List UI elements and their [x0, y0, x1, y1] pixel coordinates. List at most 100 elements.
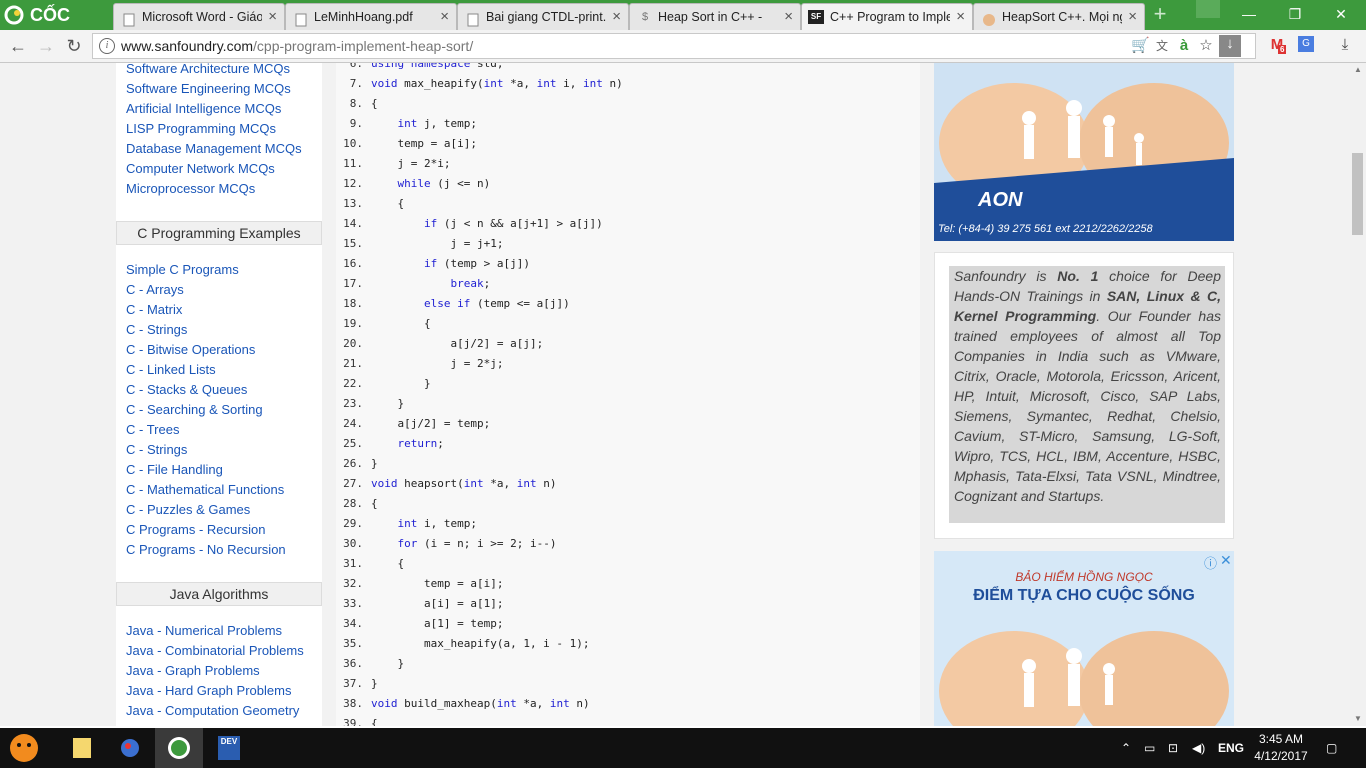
- battery-icon[interactable]: ▭: [1144, 740, 1155, 756]
- coccoc-taskbar-icon[interactable]: [155, 728, 203, 768]
- close-tab-icon[interactable]: ×: [440, 4, 449, 30]
- tab-title: C++ Program to Imple: [830, 10, 950, 24]
- code-text: if (j < n && a[j+1] > a[j]): [423, 217, 603, 230]
- sidebar-link[interactable]: Artificial Intelligence MCQs: [126, 101, 281, 116]
- minimize-icon[interactable]: —: [1226, 0, 1272, 28]
- notes-icon[interactable]: [58, 728, 106, 768]
- sidebar-link[interactable]: C - Bitwise Operations: [126, 342, 255, 357]
- sidebar-link[interactable]: Java - Graph Problems: [126, 663, 260, 678]
- sidebar-link[interactable]: LISP Programming MCQs: [126, 121, 276, 136]
- network-icon[interactable]: ⊡: [1168, 740, 1178, 756]
- line-number: 34.: [343, 617, 363, 630]
- download-icon[interactable]: ↓: [1219, 35, 1241, 57]
- sidebar-link[interactable]: Java - Numerical Problems: [126, 623, 282, 638]
- sidebar-link[interactable]: Microprocessor MCQs: [126, 181, 255, 196]
- sidebar-link[interactable]: Java - Computation Geometry: [126, 703, 299, 718]
- translate-icon[interactable]: 文: [1153, 37, 1171, 55]
- sidebar-link[interactable]: C - Arrays: [126, 282, 184, 297]
- tab-heap-sort[interactable]: $ Heap Sort in C++ - ×: [629, 3, 801, 30]
- tab-heapsort-forum[interactable]: HeapSort C++. Mọi ng ×: [973, 3, 1145, 30]
- sidebar-link[interactable]: Computer Network MCQs: [126, 161, 275, 176]
- insurance-ad-top[interactable]: AON Tel: (+84-4) 39 275 561 ext 2212/226…: [934, 63, 1234, 241]
- scroll-down-icon[interactable]: ▼: [1350, 712, 1366, 726]
- sidebar-link[interactable]: Software Architecture MCQs: [126, 63, 290, 76]
- devcpp-icon[interactable]: DEV: [204, 728, 252, 768]
- forward-icon[interactable]: →: [34, 34, 58, 58]
- google-translate-icon[interactable]: G: [1298, 36, 1314, 52]
- sf-icon: SF: [808, 10, 824, 24]
- info-icon[interactable]: i: [99, 38, 115, 54]
- code-text: {: [371, 557, 405, 570]
- c-programming-heading: C Programming Examples: [116, 221, 322, 245]
- sidebar-link[interactable]: Java - Hard Graph Problems: [126, 683, 291, 698]
- ad-line-2: ĐIỂM TỰA CHO CUỘC SỐNG: [973, 587, 1195, 604]
- cart-icon[interactable]: 🛒: [1131, 37, 1150, 55]
- sidebar-link[interactable]: C - File Handling: [126, 462, 223, 477]
- tab-word-doc[interactable]: Microsoft Word - Giáo ×: [113, 3, 285, 30]
- action-center-icon[interactable]: ▢: [1326, 740, 1337, 756]
- restore-icon[interactable]: ❐: [1272, 0, 1318, 28]
- close-tab-icon[interactable]: ×: [784, 4, 793, 30]
- sidebar-link[interactable]: C - Trees: [126, 422, 179, 437]
- reload-icon[interactable]: ↻: [62, 34, 86, 58]
- adchoices-icon[interactable]: ⓘ: [1204, 553, 1217, 572]
- sidebar-link[interactable]: C Programs - Recursion: [126, 522, 265, 537]
- sidebar-link[interactable]: C - Strings: [126, 442, 187, 457]
- close-tab-icon[interactable]: ×: [1128, 4, 1137, 30]
- close-tab-icon[interactable]: ×: [612, 4, 621, 30]
- sidebar-link[interactable]: C - Mathematical Functions: [126, 482, 284, 497]
- profile-icon[interactable]: [1196, 0, 1220, 18]
- line-number: 38.: [343, 697, 363, 710]
- url-text[interactable]: www.sanfoundry.com/cpp-program-implement…: [121, 34, 473, 58]
- code-line: 6. using namespace std;: [336, 63, 504, 74]
- sidebar-link[interactable]: C Programs - No Recursion: [126, 542, 286, 557]
- back-icon[interactable]: ←: [6, 34, 30, 58]
- insurance-ad-bottom[interactable]: BẢO HIỂM HỒNG NGỌC ĐIỂM TỰA CHO CUỘC SỐN…: [934, 551, 1234, 726]
- typing-icon[interactable]: à: [1175, 37, 1193, 55]
- sidebar-link[interactable]: C - Matrix: [126, 302, 182, 317]
- downloads-icon[interactable]: ⤓: [1336, 36, 1354, 54]
- code-line: 37.}: [336, 674, 378, 694]
- sidebar-link[interactable]: C - Puzzles & Games: [126, 502, 250, 517]
- code-text: }: [371, 457, 378, 470]
- sidebar-link[interactable]: C - Strings: [126, 322, 187, 337]
- close-ad-icon[interactable]: ✕: [1220, 552, 1232, 569]
- sidebar-link[interactable]: Java - Combinatorial Problems: [126, 643, 304, 658]
- line-number: 11.: [343, 157, 363, 170]
- volume-icon[interactable]: ◀): [1192, 740, 1205, 756]
- language-indicator[interactable]: ENG: [1218, 740, 1244, 756]
- code-text: a[j/2] = a[j];: [371, 337, 544, 350]
- paint-icon[interactable]: [106, 728, 154, 768]
- sidebar: Software Architecture MCQs Software Engi…: [116, 63, 322, 726]
- show-hidden-icons[interactable]: ⌃: [1121, 740, 1131, 756]
- tab-pdf[interactable]: LeMinhHoang.pdf ×: [285, 3, 457, 30]
- close-tab-icon[interactable]: ×: [268, 4, 277, 30]
- sidebar-link[interactable]: Software Engineering MCQs: [126, 81, 291, 96]
- scroll-up-icon[interactable]: ▲: [1350, 63, 1366, 77]
- code-text: {: [371, 317, 431, 330]
- scrollbar-thumb[interactable]: [1352, 153, 1363, 235]
- close-tab-icon[interactable]: ×: [956, 4, 965, 30]
- new-tab-icon[interactable]: +: [1150, 3, 1170, 27]
- sidebar-link[interactable]: C - Searching & Sorting: [126, 402, 263, 417]
- gmail-icon[interactable]: M6: [1268, 36, 1287, 54]
- line-number: 32.: [343, 577, 363, 590]
- code-listing: 6. using namespace std; 7. void max_heapify…: [336, 63, 920, 726]
- bookmark-star-icon[interactable]: ☆: [1197, 37, 1215, 55]
- code-line: 27. void heapsort(int *a, int n): [336, 474, 556, 494]
- sidebar-link[interactable]: Simple C Programs: [126, 262, 239, 277]
- tab-lecture[interactable]: Bai giang CTDL-print.d ×: [457, 3, 629, 30]
- close-window-icon[interactable]: ✕: [1318, 0, 1364, 28]
- code-line: 19. {: [336, 314, 430, 334]
- coccoc-logo[interactable]: CỐC CỐC: [0, 0, 110, 55]
- code-text: using namespace std;: [371, 63, 504, 70]
- sidebar-link[interactable]: C - Linked Lists: [126, 362, 216, 377]
- line-number: 35.: [343, 637, 363, 650]
- sidebar-link[interactable]: Database Management MCQs: [126, 141, 302, 156]
- page-scrollbar[interactable]: ▲ ▼: [1350, 63, 1366, 726]
- tiger-start-icon[interactable]: [0, 728, 48, 768]
- clock[interactable]: 3:45 AM 4/12/2017: [1254, 731, 1308, 765]
- address-bar[interactable]: i www.sanfoundry.com/cpp-program-impleme…: [92, 33, 1256, 59]
- sidebar-link[interactable]: C - Stacks & Queues: [126, 382, 247, 397]
- tab-active-sanfoundry[interactable]: SF C++ Program to Imple ×: [801, 3, 973, 30]
